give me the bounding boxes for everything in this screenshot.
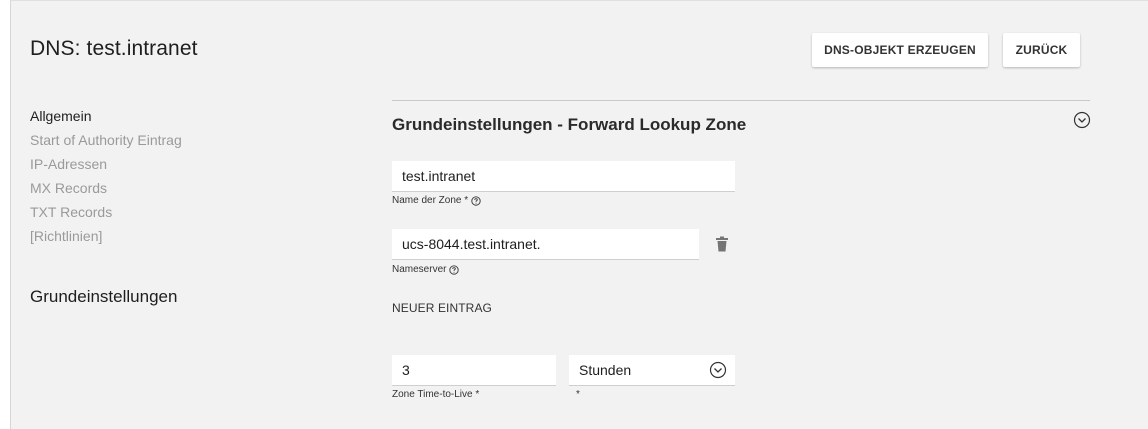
nav-item-txt-records[interactable]: TXT Records bbox=[30, 203, 182, 227]
ttl-unit-select[interactable]: Stunden bbox=[569, 355, 735, 386]
nav-item-soa[interactable]: Start of Authority Eintrag bbox=[30, 131, 182, 155]
create-dns-object-button[interactable]: DNS-OBJEKT ERZEUGEN bbox=[812, 33, 988, 67]
nav-item-mx-records[interactable]: MX Records bbox=[30, 179, 182, 203]
question-circle-icon[interactable] bbox=[471, 195, 481, 206]
trash-icon[interactable] bbox=[715, 236, 729, 252]
ttl-label: Zone Time-to-Live * bbox=[392, 389, 480, 400]
chevron-circle-down-icon[interactable] bbox=[1073, 111, 1091, 129]
nameserver-input[interactable]: ucs-8044.test.intranet. bbox=[392, 229, 699, 260]
zone-name-input[interactable]: test.intranet bbox=[392, 161, 735, 192]
new-entry-button[interactable]: NEUER EINTRAG bbox=[392, 301, 492, 315]
section-title: Grundeinstellungen - Forward Lookup Zone bbox=[392, 115, 747, 134]
ttl-unit-label: * bbox=[576, 389, 580, 400]
page-title: DNS: test.intranet bbox=[30, 37, 198, 60]
ttl-input[interactable]: 3 bbox=[392, 355, 556, 386]
question-circle-icon[interactable] bbox=[449, 264, 460, 275]
ttl-unit-value: Stunden bbox=[579, 362, 632, 378]
chevron-circle-down-icon bbox=[709, 361, 727, 379]
nav-group-basic-settings[interactable]: Grundeinstellungen bbox=[30, 287, 177, 307]
back-button[interactable]: ZURÜCK bbox=[1003, 33, 1080, 67]
nav-item-allgemein[interactable]: Allgemein bbox=[30, 107, 182, 131]
section-divider bbox=[392, 100, 1090, 101]
nameserver-label: Nameserver bbox=[392, 264, 460, 275]
nav-item-ip-addresses[interactable]: IP-Adressen bbox=[30, 155, 182, 179]
section-nav: Allgemein Start of Authority Eintrag IP-… bbox=[30, 107, 182, 251]
zone-name-label-text: Name der Zone * bbox=[392, 195, 469, 206]
nameserver-label-text: Nameserver bbox=[392, 264, 447, 275]
zone-name-label: Name der Zone * bbox=[392, 195, 481, 206]
nav-item-policies[interactable]: [Richtlinien] bbox=[30, 227, 182, 251]
